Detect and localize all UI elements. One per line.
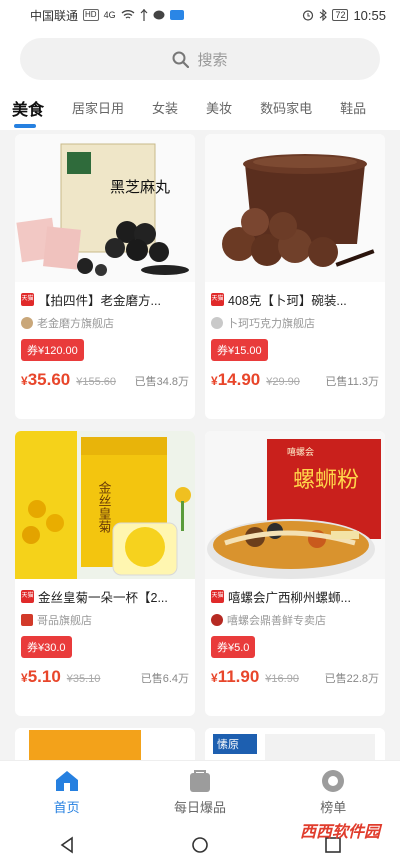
nav-daily-hot[interactable]: 每日爆品 (150, 769, 250, 816)
product-image: 嘻螺会 螺蛳粉 (205, 431, 385, 579)
shop-icon (21, 614, 33, 626)
shop-row: 哥品旗舰店 (21, 612, 189, 628)
shop-row: 卜珂巧克力旗舰店 (211, 315, 379, 331)
tmall-icon: 天猫 (211, 293, 224, 306)
coupon-badge[interactable]: 券¥5.0 (211, 636, 256, 658)
alarm-icon (303, 10, 314, 21)
original-price: ¥29.90 (266, 376, 300, 388)
product-title: 【拍四件】老金磨方... (38, 294, 161, 308)
sold-count: 已售22.8万 (324, 673, 379, 685)
shop-name: 哥品旗舰店 (37, 615, 92, 627)
category-tabs: 美食 居家日用 女装 美妆 数码家电 鞋品 (0, 90, 400, 130)
tab-household[interactable]: 居家日用 (72, 90, 124, 117)
product-title-row: 天猫 408克【卜珂】碗装... (211, 290, 379, 309)
nav-daily-hot-label: 每日爆品 (173, 800, 226, 815)
watermark-logo: 西西软件园 (299, 824, 380, 841)
shop-name: 嘻螺会鼎善鲜专卖店 (227, 615, 326, 627)
shop-row: 嘻螺会鼎善鲜专卖店 (211, 612, 379, 628)
tmall-icon: 天猫 (21, 293, 34, 306)
tab-shoes[interactable]: 鞋品 (340, 90, 366, 117)
tab-womens-clothing[interactable]: 女装 (152, 90, 178, 117)
product-card[interactable]: 嘻螺会 螺蛳粉 天猫 嘻螺会广西柳州螺蛳... 嘻螺会鼎善鲜专卖店 券¥5.0 … (205, 431, 385, 716)
product-brand-label: 愫原 (217, 738, 239, 751)
back-icon[interactable] (58, 836, 76, 854)
nav-home-label: 首页 (53, 800, 80, 815)
product-title-row: 天猫 嘻螺会广西柳州螺蛳... (211, 587, 379, 606)
product-bag-label: 螺蛳粉 (293, 468, 359, 493)
product-card[interactable]: 黑芝麻丸 天猫 【拍四件】老金磨方... 老金磨方旗舰店 券¥120.00 ¥3… (15, 134, 195, 419)
product-title: 嘻螺会广西柳州螺蛳... (228, 591, 351, 605)
nav-ranking-label: 榜单 (320, 800, 347, 815)
network-4g-label: 4G (103, 10, 116, 20)
tab-digital-appliances[interactable]: 数码家电 (260, 90, 312, 117)
message-icon (153, 10, 165, 19)
bag-icon (189, 770, 210, 792)
product-card[interactable]: 金丝皇菊 天猫 金丝皇菊一朵一杯【2... 哥品旗舰店 券¥30.0 ¥5.10… (15, 431, 195, 716)
original-price: ¥35.10 (66, 673, 101, 685)
bluetooth-icon (320, 9, 328, 21)
product-image: 黑芝麻丸 (15, 134, 195, 282)
product-title-row: 天猫 【拍四件】老金磨方... (21, 290, 189, 309)
shop-name: 卜珂巧克力旗舰店 (227, 318, 315, 330)
original-price: ¥16.90 (265, 673, 299, 685)
coupon-badge[interactable]: 券¥30.0 (21, 636, 72, 658)
sold-count: 已售11.3万 (325, 376, 379, 388)
product-brand-label: 嘻螺会 (287, 446, 314, 458)
app-notification-icon (169, 10, 184, 20)
usb-icon (140, 9, 148, 21)
home-icon (55, 771, 78, 791)
carrier-name: 中国联通 (30, 8, 79, 23)
price: ¥35.60 (21, 370, 71, 389)
tab-food[interactable]: 美食 (12, 90, 44, 128)
price: ¥5.10 (21, 667, 61, 686)
sold-count: 已售6.4万 (140, 673, 189, 685)
battery-icon: 72 (332, 9, 349, 21)
ranking-icon (322, 770, 345, 792)
tab-beauty[interactable]: 美妆 (206, 90, 232, 117)
status-bar: 中国联通 HD 4G 72 10:55 (0, 0, 400, 30)
product-image (205, 134, 385, 282)
product-box-label: 金丝皇菊 (96, 480, 112, 533)
tmall-icon: 天猫 (211, 590, 224, 603)
home-circle-icon[interactable] (191, 836, 209, 854)
product-title: 金丝皇菊一朵一杯【2... (38, 591, 168, 605)
shop-icon (211, 614, 223, 626)
product-box-label: 黑芝麻丸 (110, 178, 170, 196)
coupon-badge[interactable]: 券¥15.00 (211, 339, 268, 361)
tmall-icon: 天猫 (21, 590, 34, 603)
coupon-badge[interactable]: 券¥120.00 (21, 339, 84, 361)
original-price: ¥155.60 (76, 376, 116, 388)
search-input[interactable]: 搜索 (20, 38, 380, 80)
price: ¥14.90 (211, 370, 261, 389)
nav-home[interactable]: 首页 (17, 769, 117, 816)
product-title-row: 天猫 金丝皇菊一朵一杯【2... (21, 587, 189, 606)
product-title: 408克【卜珂】碗装... (228, 294, 347, 308)
search-icon (172, 51, 190, 68)
shop-icon (211, 317, 223, 329)
hd-badge: HD (83, 9, 99, 21)
product-image: 金丝皇菊 (15, 431, 195, 579)
clock-time: 10:55 (353, 7, 386, 23)
search-area: 搜索 (0, 30, 400, 90)
nav-ranking[interactable]: 榜单 (283, 769, 383, 816)
product-card[interactable]: 天猫 408克【卜珂】碗装... 卜珂巧克力旗舰店 券¥15.00 ¥14.90… (205, 134, 385, 419)
wifi-icon (121, 10, 135, 19)
search-placeholder: 搜索 (197, 51, 228, 69)
shop-icon (21, 317, 33, 329)
price: ¥11.90 (211, 667, 260, 686)
bottom-navigation: 首页 每日爆品 榜单 (0, 760, 400, 824)
shop-row: 老金磨方旗舰店 (21, 315, 189, 331)
shop-name: 老金磨方旗舰店 (37, 318, 114, 330)
sold-count: 已售34.8万 (134, 376, 189, 388)
product-grid: 黑芝麻丸 天猫 【拍四件】老金磨方... 老金磨方旗舰店 券¥120.00 ¥3… (15, 134, 387, 768)
